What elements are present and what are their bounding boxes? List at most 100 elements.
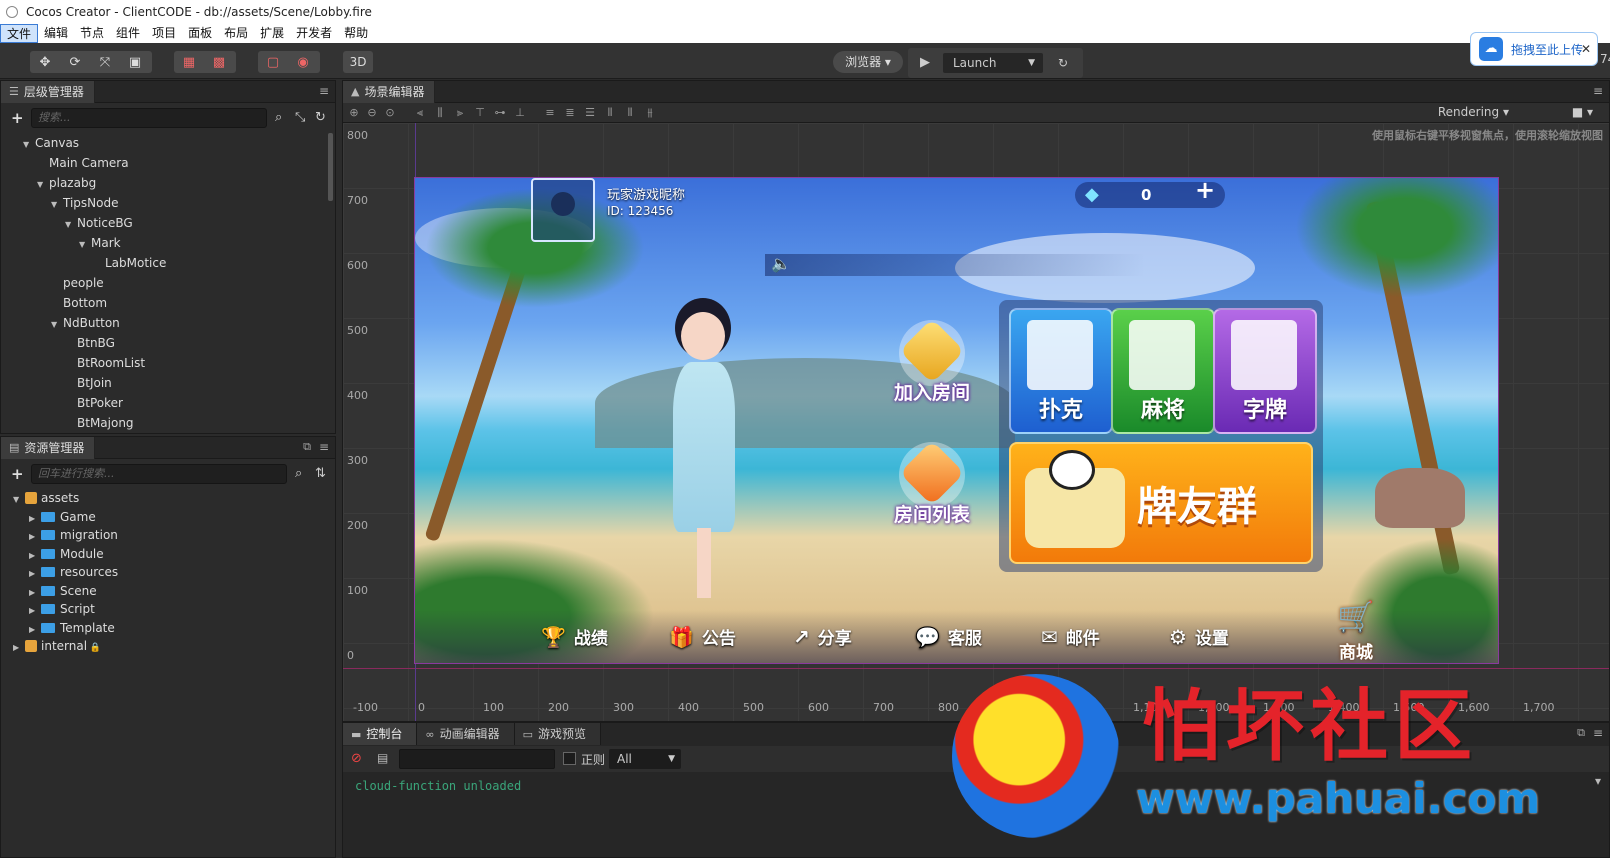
sort-icon[interactable]: ⇅ (315, 466, 326, 481)
toggle-3d-button[interactable]: 3D (343, 51, 373, 73)
hierarchy-search-input[interactable]: 搜索... (31, 108, 267, 128)
panel-menu-icon[interactable]: ≡ (319, 84, 329, 98)
align-top-icon[interactable]: ⊤ (473, 106, 487, 120)
expand-arrow-icon[interactable]: ▼ (37, 175, 49, 195)
hierarchy-node[interactable]: ▼ Canvas (1, 133, 327, 153)
asset-item[interactable]: ▶ Module (1, 545, 327, 564)
refresh-icon[interactable]: ↻ (315, 110, 326, 125)
tab-hierarchy[interactable]: ☰ 层级管理器 (1, 81, 95, 103)
player-avatar[interactable] (531, 178, 595, 242)
panel-menu-icon[interactable]: ≡ (319, 440, 329, 454)
local-coord-icon[interactable]: ▢ (258, 51, 288, 73)
expand-arrow-icon[interactable]: ▼ (79, 235, 91, 255)
tab-scene[interactable]: ▲ 场景编辑器 (343, 81, 436, 103)
camera-select[interactable]: ■ ▾ (1572, 105, 1593, 119)
distribute-bottom-icon[interactable]: ☰ (583, 106, 597, 120)
asset-item[interactable]: ▶ resources (1, 563, 327, 582)
tab-animation[interactable]: ∞ 动画编辑器 (417, 723, 515, 745)
asset-item[interactable]: ▶ Script (1, 600, 327, 619)
rect-tool-icon[interactable]: ▣ (120, 51, 150, 73)
popout-icon[interactable]: ⧉ (303, 440, 311, 454)
distribute-middle-icon[interactable]: ≣ (563, 106, 577, 120)
hierarchy-node[interactable]: BtJoin (1, 373, 327, 393)
play-icon[interactable]: ▶ (916, 54, 934, 72)
room-list-button[interactable]: 房间列表 (887, 440, 977, 532)
clear-console-icon[interactable]: ⊘ (351, 751, 362, 766)
preview-mode-select[interactable]: 浏览器 ▾ (833, 51, 903, 73)
align-center-icon[interactable]: ⫼ (433, 106, 447, 120)
hierarchy-scrollbar[interactable] (328, 133, 333, 201)
move-tool-icon[interactable]: ✥ (30, 51, 60, 73)
hierarchy-node[interactable]: LabMotice (1, 253, 327, 273)
zipai-button[interactable]: 字牌 (1213, 308, 1317, 434)
add-gems-button[interactable]: + (1195, 178, 1215, 204)
pivot-icon[interactable]: ▦ (174, 51, 204, 73)
rotate-tool-icon[interactable]: ⟳ (60, 51, 90, 73)
shop-button[interactable]: 🛒 商城 (1321, 598, 1391, 663)
hierarchy-node[interactable]: ▼ plazabg (1, 173, 327, 193)
menu-extension[interactable]: 扩展 (254, 24, 290, 43)
hierarchy-node[interactable]: ▼ Mark (1, 233, 327, 253)
scale-tool-icon[interactable]: ⤧ (90, 51, 120, 73)
hierarchy-node[interactable]: people (1, 273, 327, 293)
hierarchy-node[interactable]: BtnBG (1, 333, 327, 353)
asset-item[interactable]: ▶ Scene (1, 582, 327, 601)
add-node-icon[interactable]: + (11, 109, 24, 127)
search-icon[interactable]: ⌕ (295, 466, 302, 481)
center-icon[interactable]: ▩ (204, 51, 234, 73)
menu-help[interactable]: 帮助 (338, 24, 374, 43)
regex-checkbox[interactable] (563, 752, 576, 765)
hierarchy-node[interactable]: ▼ TipsNode (1, 193, 327, 213)
align-middle-icon[interactable]: ⊶ (493, 106, 507, 120)
menu-file[interactable]: 文件 (0, 24, 39, 43)
collapse-icon[interactable]: ⤡ (295, 110, 305, 125)
tab-game-preview[interactable]: ▭ 游戏预览 (514, 723, 602, 745)
asset-item[interactable]: ▶ internal 🔒 (1, 637, 327, 656)
menu-edit[interactable]: 编辑 (38, 24, 74, 43)
hierarchy-node[interactable]: BtPoker (1, 393, 327, 413)
menu-layout[interactable]: 布局 (218, 24, 254, 43)
asset-item[interactable]: ▼ assets (1, 489, 327, 508)
hierarchy-node[interactable]: BtRoomList (1, 353, 327, 373)
tab-assets[interactable]: ▤ 资源管理器 (1, 437, 96, 459)
refresh-icon[interactable]: ↻ (1054, 54, 1072, 72)
open-log-icon[interactable]: ▤ (377, 751, 388, 765)
expand-arrow-icon[interactable]: ▼ (51, 195, 63, 215)
support-button[interactable]: 💬 客服 (915, 624, 982, 650)
asset-item[interactable]: ▶ migration (1, 526, 327, 545)
hierarchy-node[interactable]: Main Camera (1, 153, 327, 173)
assets-search-input[interactable]: 回车进行搜索... (31, 464, 287, 484)
hierarchy-node[interactable]: ▼ NoticeBG (1, 213, 327, 233)
collapse-arrow-icon[interactable]: ▶ (13, 639, 25, 658)
upload-drop-button[interactable]: ☁ 拖拽至此上传 ✕ (1470, 32, 1598, 66)
asset-item[interactable]: ▶ Game (1, 508, 327, 527)
expand-arrow-icon[interactable]: ▼ (51, 315, 63, 335)
hierarchy-node[interactable]: BtMajong (1, 413, 327, 433)
notice-button[interactable]: 🎁 公告 (669, 624, 736, 650)
close-icon[interactable]: ✕ (1581, 42, 1591, 56)
distribute-top-icon[interactable]: ≡ (543, 106, 557, 120)
zoom-out-icon[interactable]: ⊖ (365, 106, 379, 120)
expand-arrow-icon[interactable]: ▼ (23, 135, 35, 155)
add-asset-icon[interactable]: + (11, 465, 24, 483)
poker-button[interactable]: 扑克 (1009, 308, 1113, 434)
menu-developer[interactable]: 开发者 (290, 24, 338, 43)
align-bottom-icon[interactable]: ⊥ (513, 106, 527, 120)
records-button[interactable]: 🏆 战绩 (541, 624, 608, 650)
expand-arrow-icon[interactable]: ▼ (65, 215, 77, 235)
zoom-in-icon[interactable]: ⊕ (347, 106, 361, 120)
launch-target-select[interactable]: Launch ▼ (943, 53, 1043, 73)
menu-project[interactable]: 项目 (146, 24, 182, 43)
console-filter-input[interactable] (399, 749, 555, 769)
share-button[interactable]: ↗ 分享 (793, 624, 852, 650)
mahjong-button[interactable]: 麻将 (1111, 308, 1215, 434)
join-room-button[interactable]: 加入房间 (887, 318, 977, 410)
tab-console[interactable]: ▬ 控制台 (343, 723, 418, 745)
game-canvas[interactable]: 玩家游戏昵称 ID: 123456 ◆ 0 + 🔈 加入房间 房间列表 扑克 麻… (414, 177, 1499, 664)
hierarchy-node[interactable]: Bottom (1, 293, 327, 313)
distribute-left-icon[interactable]: ⦀ (603, 106, 617, 120)
rendering-select[interactable]: Rendering ▾ (1438, 105, 1509, 119)
settings-button[interactable]: ⚙ 设置 (1169, 624, 1229, 650)
distribute-right-icon[interactable]: ⫵ (643, 106, 657, 120)
club-button[interactable]: 牌友群 (1009, 442, 1313, 564)
